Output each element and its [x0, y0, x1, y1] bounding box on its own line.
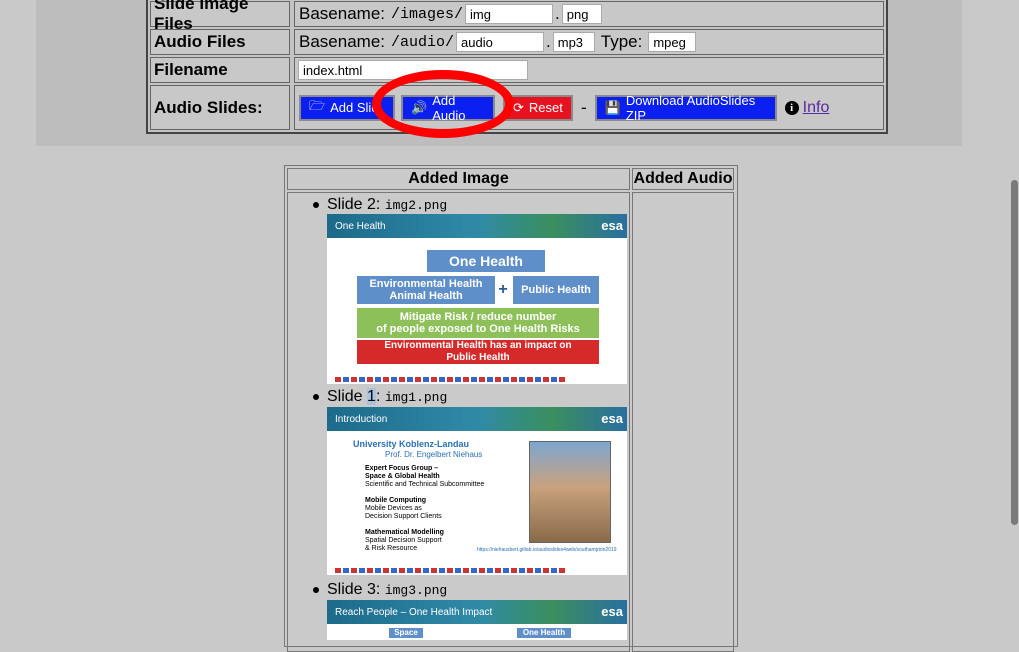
separator: - — [581, 97, 587, 117]
slide-file: img3.png — [384, 583, 448, 598]
image-basename-input[interactable]: img — [465, 4, 554, 24]
folder-open-icon: 🗁 — [309, 97, 326, 113]
esa-logo: esa — [601, 411, 623, 426]
slide-thumbnail[interactable]: Introduction esa University Koblenz-Landa… — [327, 407, 627, 575]
slide-label: Slide 3: — [327, 581, 381, 598]
slide-label-suffix: : — [375, 388, 381, 405]
professor-name: Prof. Dr. Engelbert Niehaus — [385, 450, 483, 459]
audio-type-input[interactable]: mpeg — [648, 32, 697, 52]
one-health-box: One Health — [427, 250, 545, 272]
item-head: Expert Focus Group – Space & Global Heal… — [365, 465, 440, 480]
row-audio-slides: Audio Slides: 🗁 Add Slid 🔊 Add Audio ⟳ R… — [148, 85, 886, 130]
audio-path: /audio/ — [391, 33, 455, 51]
slide-url: https://niehausbert.gitlab.io/audioslide… — [477, 547, 617, 553]
filename-label: Filename — [150, 57, 290, 83]
header-added-audio: Added Audio — [632, 168, 734, 190]
slide-image-files-label: Slide Image Files — [150, 0, 290, 33]
image-extension-input[interactable]: png — [561, 4, 602, 24]
slide-title: Introduction — [335, 413, 388, 425]
images-path: /images/ — [391, 5, 464, 23]
reset-label: Reset — [528, 100, 563, 115]
bullet — [313, 393, 319, 400]
audio-extension-input[interactable]: mp3 — [552, 32, 595, 52]
info-link[interactable]: Info — [803, 99, 830, 117]
basename-label: Basename: — [299, 32, 385, 51]
portrait-photo — [529, 441, 611, 543]
slide-thumbnail[interactable]: Reach People – One Health Impact esa Spac… — [327, 600, 627, 640]
plus-sign: + — [498, 281, 508, 298]
info-icon: i — [784, 100, 799, 115]
slide-label-prefix: Slide — [327, 388, 368, 405]
list-item: Slide 1: img1.png — [313, 388, 447, 406]
filename-value: index.html — [294, 57, 884, 83]
intro-items: Expert Focus Group – Space & Global Heal… — [365, 465, 525, 553]
refresh-icon: ⟳ — [513, 99, 524, 115]
slide-title: One Health — [335, 220, 386, 232]
slide-file: img2.png — [384, 198, 448, 213]
annotation-circle — [372, 70, 514, 138]
type-label: Type: — [600, 32, 643, 51]
slide-file: img1.png — [384, 390, 448, 405]
audio-basename-input[interactable]: audio — [456, 32, 545, 52]
slide-thumbnail[interactable]: One Health esa One Health Environmental H… — [327, 214, 627, 384]
audio-slides-label: Audio Slides: — [150, 85, 290, 130]
esa-logo: esa — [601, 604, 623, 619]
dot-separator: . — [555, 4, 560, 23]
list-item: Slide 2: img2.png — [313, 196, 447, 214]
bullet — [313, 201, 319, 208]
row-audio-files: Audio Files Basename: /audio/ audio . mp… — [148, 29, 886, 55]
row-filename: Filename index.html — [148, 57, 886, 83]
audio-files-label: Audio Files — [150, 29, 290, 55]
slide-label: Slide 2: — [327, 196, 381, 213]
basename-label: Basename: — [299, 4, 385, 23]
slide-title: Reach People – One Health Impact — [335, 606, 493, 618]
config-table: Slide Image Files Basename: /images/ img… — [146, 0, 888, 134]
download-label: Download AudioSlides ZIP — [625, 92, 756, 123]
header-added-image: Added Image — [287, 168, 630, 190]
item-head: Mathematical Modelling — [365, 529, 444, 536]
bullet — [313, 586, 319, 593]
slide-label-number: 1 — [367, 388, 376, 405]
audio-column-cell — [632, 192, 734, 652]
university-name: University Koblenz-Landau — [353, 439, 470, 449]
dot-separator: . — [546, 32, 551, 51]
scrollbar-thumb[interactable] — [1011, 180, 1018, 525]
flag-strip — [335, 568, 565, 573]
impact-box: Environmental Health has an impact on Pu… — [357, 340, 599, 364]
item-head: Mobile Computing — [365, 497, 427, 504]
download-zip-button[interactable]: 💾 Download AudioSlides ZIP — [594, 92, 777, 123]
slide-image-files-value: Basename: /images/ img . png — [294, 1, 884, 27]
item-sub: Mobile Devices as Decision Support Clien… — [365, 505, 442, 520]
mitigate-box: Mitigate Risk / reduce number of people … — [357, 308, 599, 338]
one-health-box: One Health — [517, 628, 571, 638]
audio-files-value: Basename: /audio/ audio . mp3 Type: mpeg — [294, 29, 884, 55]
flag-strip — [335, 377, 565, 382]
list-item: Slide 3: img3.png — [313, 581, 447, 599]
slides-table: Added Image Added Audio Slide 2: img2.pn… — [284, 165, 738, 652]
save-icon: 💾 — [604, 99, 621, 115]
esa-logo: esa — [601, 218, 623, 233]
space-box: Space — [389, 628, 423, 638]
row-slide-image-files: Slide Image Files Basename: /images/ img… — [148, 0, 886, 33]
public-health-box: Public Health — [513, 276, 599, 304]
item-sub: Scientific and Technical Subcommittee — [365, 481, 485, 488]
env-health-box: Environmental Health Animal Health — [357, 276, 495, 304]
